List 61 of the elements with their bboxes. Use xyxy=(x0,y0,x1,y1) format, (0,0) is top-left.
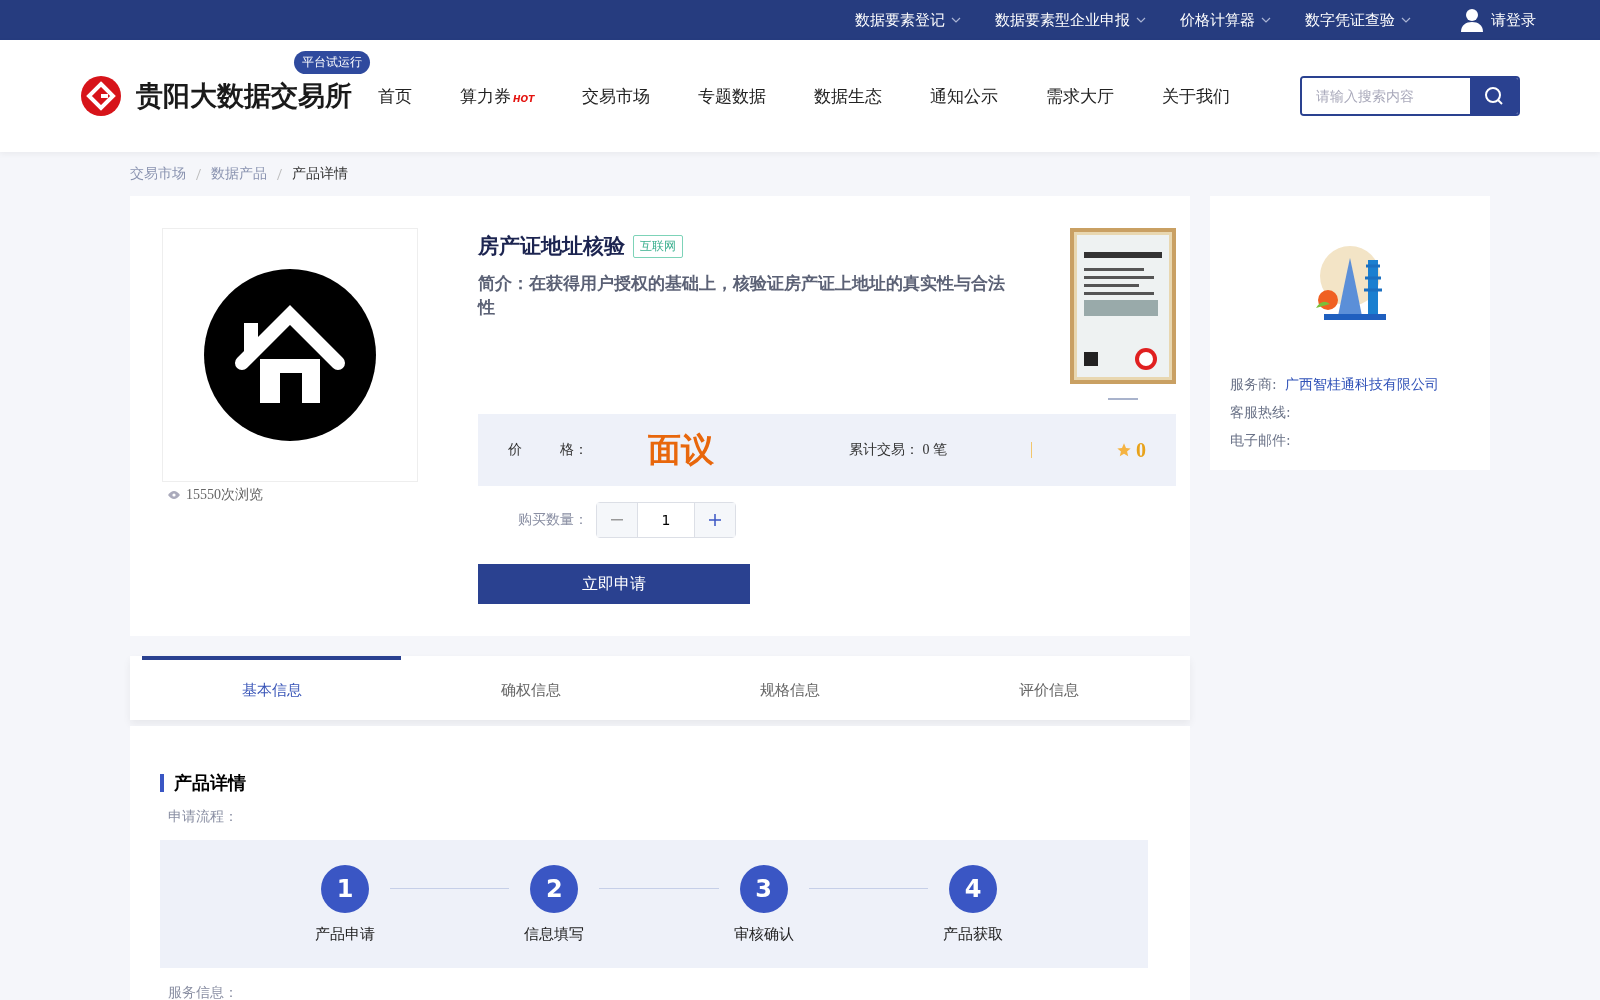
category-tag: 互联网 xyxy=(633,234,683,258)
nav-link[interactable]: 交易市场 xyxy=(582,84,651,108)
trial-badge: 平台试运行 xyxy=(294,51,370,74)
top-menu-item[interactable]: 价格计算器 xyxy=(1180,10,1271,30)
provider-link[interactable]: 广西智桂通科技有限公司 xyxy=(1284,376,1439,394)
login-link[interactable]: 请登录 xyxy=(1461,8,1536,32)
increase-button[interactable] xyxy=(695,503,735,537)
step-label: 信息填写 xyxy=(524,924,585,944)
plus-icon xyxy=(709,514,721,526)
product-title: 房产证地址核验 xyxy=(478,233,625,260)
nav-link[interactable]: 算力券 HOT xyxy=(460,84,535,108)
apply-button[interactable]: 立即申请 xyxy=(478,564,750,604)
step-label: 产品申请 xyxy=(315,924,375,944)
view-count: 15550次浏览 xyxy=(162,486,418,504)
tab[interactable]: 确权信息 xyxy=(401,656,660,720)
nav-link[interactable]: 通知公示 xyxy=(930,84,999,108)
minus-icon xyxy=(611,519,623,521)
step-number: 1 xyxy=(321,864,369,913)
rating: 0 xyxy=(1116,438,1146,462)
logo-icon xyxy=(80,75,122,117)
service-label: 服务信息： xyxy=(168,984,239,1000)
step-number: 4 xyxy=(949,864,997,913)
top-menu-item[interactable]: 数据要素登记 xyxy=(855,10,961,30)
nav-link[interactable]: 关于我们 xyxy=(1162,84,1231,108)
step-label: 产品获取 xyxy=(943,924,1003,944)
chevron-down-icon xyxy=(1261,17,1271,23)
provider-label: 服务商: xyxy=(1230,376,1277,394)
provider-label: 电子邮件: xyxy=(1230,432,1291,450)
top-menu-item[interactable]: 数字凭证查验 xyxy=(1305,10,1411,30)
chevron-down-icon xyxy=(951,17,961,23)
chevron-down-icon xyxy=(1401,17,1411,23)
user-icon xyxy=(1461,8,1483,32)
breadcrumb-link[interactable]: 产品详情 xyxy=(292,165,348,183)
tab[interactable]: 评价信息 xyxy=(919,656,1178,720)
step-label: 审核确认 xyxy=(733,924,794,944)
search-icon xyxy=(1484,86,1504,106)
hot-label: HOT xyxy=(513,93,535,104)
tab[interactable]: 规格信息 xyxy=(660,656,919,720)
section-title: 产品详情 xyxy=(160,774,1148,792)
house-icon xyxy=(204,269,376,441)
search-button[interactable] xyxy=(1470,78,1518,114)
brand-name: 贵阳大数据交易所 xyxy=(136,79,352,113)
provider-label: 客服热线: xyxy=(1230,404,1291,422)
star-icon xyxy=(1116,442,1132,458)
step-number: 3 xyxy=(739,864,788,913)
quantity-label: 购买数量： xyxy=(518,511,588,529)
search-field[interactable]: 请输入搜索内容 xyxy=(1300,76,1520,116)
step-number: 2 xyxy=(530,864,579,913)
price-value: 面议 xyxy=(648,428,715,471)
top-menu-item[interactable]: 数据要素型企业申报 xyxy=(995,10,1146,30)
nav-link[interactable]: 需求大厅 xyxy=(1046,84,1115,108)
nav-link[interactable]: 专题数据 xyxy=(698,84,767,108)
eye-icon xyxy=(168,491,180,499)
tab[interactable]: 基本信息 xyxy=(142,656,401,720)
flow-label: 申请流程： xyxy=(168,808,239,826)
price-label: 价 格： xyxy=(508,441,588,459)
product-intro: 简介：在获得用户授权的基础上，核验证房产证上地址的真实性与合法性 xyxy=(478,272,1006,319)
trade-count: 累计交易： 0 笔 xyxy=(849,441,947,459)
nav-link[interactable]: 数据生态 xyxy=(814,84,883,108)
nav-link[interactable]: 首页 xyxy=(378,84,412,108)
chevron-down-icon xyxy=(1136,17,1146,23)
